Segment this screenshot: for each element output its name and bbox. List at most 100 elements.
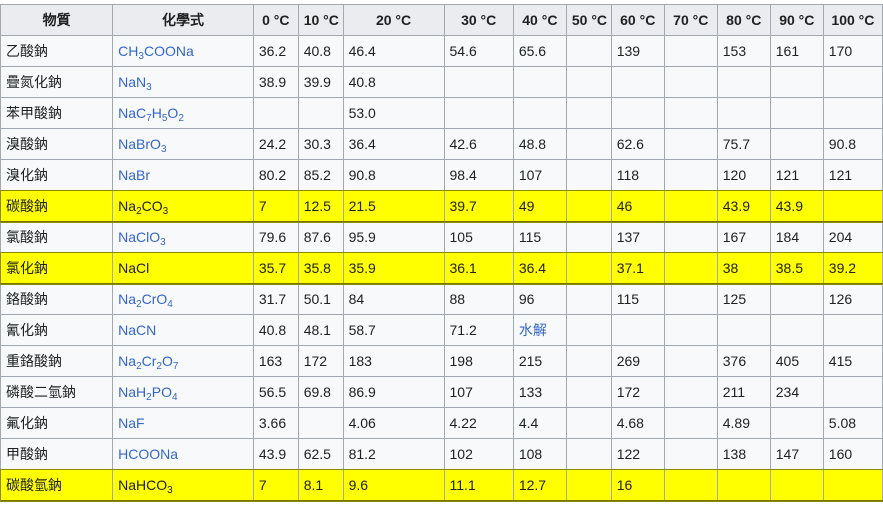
substance-name-link[interactable]: 苯甲酸鈉 (0, 97, 114, 129)
chemical-formula-link[interactable]: NaH2PO4 (112, 376, 254, 408)
header-temperature: 80 °C (716, 4, 771, 36)
substance-name-link[interactable]: 重鉻酸鈉 (0, 345, 114, 377)
chemical-formula-link[interactable]: NaBrO3 (112, 128, 254, 160)
chemical-formula-link[interactable]: NaF (112, 407, 254, 439)
formula-text: NaClO (118, 229, 161, 245)
solubility-cell: 85.2 (297, 159, 344, 191)
substance-name-link[interactable]: 鉻酸鈉 (0, 283, 114, 315)
substance-name-link[interactable]: 甲酸鈉 (0, 438, 114, 470)
table-row-highlighted: 氯化鈉 NaCl 35.7 35.8 35.9 36.1 36.4 37.1 38 38.5 39.… (0, 251, 883, 285)
formula-text: NaH (118, 384, 147, 400)
solubility-link-cell[interactable]: 水解 (512, 314, 567, 346)
solubility-cell (716, 469, 771, 501)
chemical-formula-link[interactable]: NaCl (112, 252, 254, 284)
solubility-cell: 90.8 (342, 159, 445, 191)
solubility-cell: 405 (769, 345, 824, 377)
chemical-formula-link[interactable]: Na2CO3 (112, 190, 254, 222)
formula-text: NaBrO (118, 136, 161, 152)
solubility-cell: 138 (716, 438, 771, 470)
table-row: 重鉻酸鈉 Na2Cr2O7 163 172 183 198 215 269 376 405 415 (0, 345, 883, 377)
header-temperature: 90 °C (769, 4, 824, 36)
solubility-cell (769, 97, 824, 129)
solubility-cell: 147 (769, 438, 824, 470)
solubility-cell: 48.8 (512, 128, 567, 160)
table-row: 鉻酸鈉 Na2CrO4 31.7 50.1 84 88 96 115 125 126 (0, 283, 883, 315)
solubility-cell: 170 (822, 35, 883, 67)
substance-name-link[interactable]: 疊氮化鈉 (0, 66, 114, 98)
formula-text: COONa (143, 43, 194, 59)
header-formula: 化學式 (112, 4, 254, 36)
chemical-formula-link[interactable]: NaClO3 (112, 221, 254, 253)
solubility-cell: 211 (716, 376, 771, 408)
solubility-cell: 126 (822, 283, 883, 315)
chemical-formula-link[interactable]: NaHCO3 (112, 469, 254, 501)
solubility-cell (663, 345, 718, 377)
solubility-cell (565, 159, 612, 191)
solubility-cell (663, 66, 718, 98)
solubility-cell: 161 (769, 35, 824, 67)
formula-subscript: 7 (172, 361, 179, 372)
solubility-cell: 133 (512, 376, 567, 408)
solubility-cell: 48.1 (297, 314, 344, 346)
solubility-cell: 38.9 (252, 66, 299, 98)
solubility-cell (565, 469, 612, 501)
solubility-cell: 71.2 (443, 314, 514, 346)
substance-name-link[interactable]: 溴化鈉 (0, 159, 114, 191)
formula-text: Na (118, 291, 137, 307)
substance-name-link[interactable]: 磷酸二氫鈉 (0, 376, 114, 408)
solubility-cell: 121 (822, 159, 883, 191)
chemical-formula-link[interactable]: Na2CrO4 (112, 283, 254, 315)
solubility-cell (822, 190, 883, 222)
table-row: 乙酸鈉 CH3COONa 36.2 40.8 46.4 54.6 65.6 139 153 161… (0, 35, 883, 67)
substance-name-link[interactable]: 碳酸鈉 (0, 190, 114, 222)
table-row: 磷酸二氫鈉 NaH2PO4 56.5 69.8 86.9 107 133 172 211 234 (0, 376, 883, 408)
chemical-formula-link[interactable]: NaBr (112, 159, 254, 191)
table-row: 氯酸鈉 NaClO3 79.6 87.6 95.9 105 115 137 167 184 204 (0, 221, 883, 253)
solubility-cell: 4.22 (443, 407, 514, 439)
formula-subscript: 3 (167, 485, 173, 496)
chemical-formula-link[interactable]: NaN3 (112, 66, 254, 98)
solubility-cell (443, 66, 514, 98)
solubility-cell: 98.4 (443, 159, 514, 191)
solubility-cell: 81.2 (342, 438, 445, 470)
chemical-formula-link[interactable]: CH3COONa (112, 35, 254, 67)
solubility-cell: 139 (610, 35, 665, 67)
chemical-formula-link[interactable]: NaCN (112, 314, 254, 346)
substance-name-link[interactable]: 氯化鈉 (0, 252, 114, 284)
solubility-cell (565, 66, 612, 98)
solubility-cell (663, 469, 718, 501)
solubility-cell (663, 407, 718, 439)
solubility-cell: 153 (716, 35, 771, 67)
solubility-cell: 122 (610, 438, 665, 470)
solubility-cell: 7 (252, 469, 299, 501)
chemical-formula-link[interactable]: NaC7H5O2 (112, 97, 254, 129)
solubility-cell: 43.9 (252, 438, 299, 470)
substance-name-link[interactable]: 乙酸鈉 (0, 35, 114, 67)
substance-name-link[interactable]: 碳酸氫鈉 (0, 469, 114, 501)
solubility-cell: 376 (716, 345, 771, 377)
solubility-cell (822, 376, 883, 408)
solubility-cell: 46.4 (342, 35, 445, 67)
header-temperature: 30 °C (443, 4, 514, 36)
chemical-formula-link[interactable]: Na2Cr2O7 (112, 345, 254, 377)
solubility-cell: 43.9 (769, 190, 824, 222)
solubility-cell (565, 35, 612, 67)
solubility-cell: 30.3 (297, 128, 344, 160)
solubility-cell: 7 (252, 190, 299, 222)
substance-name-link[interactable]: 氰化鈉 (0, 314, 114, 346)
substance-name-link[interactable]: 氯酸鈉 (0, 221, 114, 253)
solubility-cell: 36.2 (252, 35, 299, 67)
solubility-cell: 11.1 (443, 469, 514, 501)
substance-name-link[interactable]: 溴酸鈉 (0, 128, 114, 160)
header-temperature: 10 °C (297, 4, 344, 36)
solubility-cell: 38 (716, 252, 771, 284)
solubility-cell: 5.08 (822, 407, 883, 439)
chemical-formula-link[interactable]: HCOONa (112, 438, 254, 470)
formula-text: PO (151, 384, 172, 400)
solubility-cell: 39.7 (443, 190, 514, 222)
solubility-cell: 53.0 (342, 97, 445, 129)
substance-name-link[interactable]: 氟化鈉 (0, 407, 114, 439)
solubility-cell: 58.7 (342, 314, 445, 346)
formula-text: NaC (118, 105, 147, 121)
solubility-cell (443, 97, 514, 129)
